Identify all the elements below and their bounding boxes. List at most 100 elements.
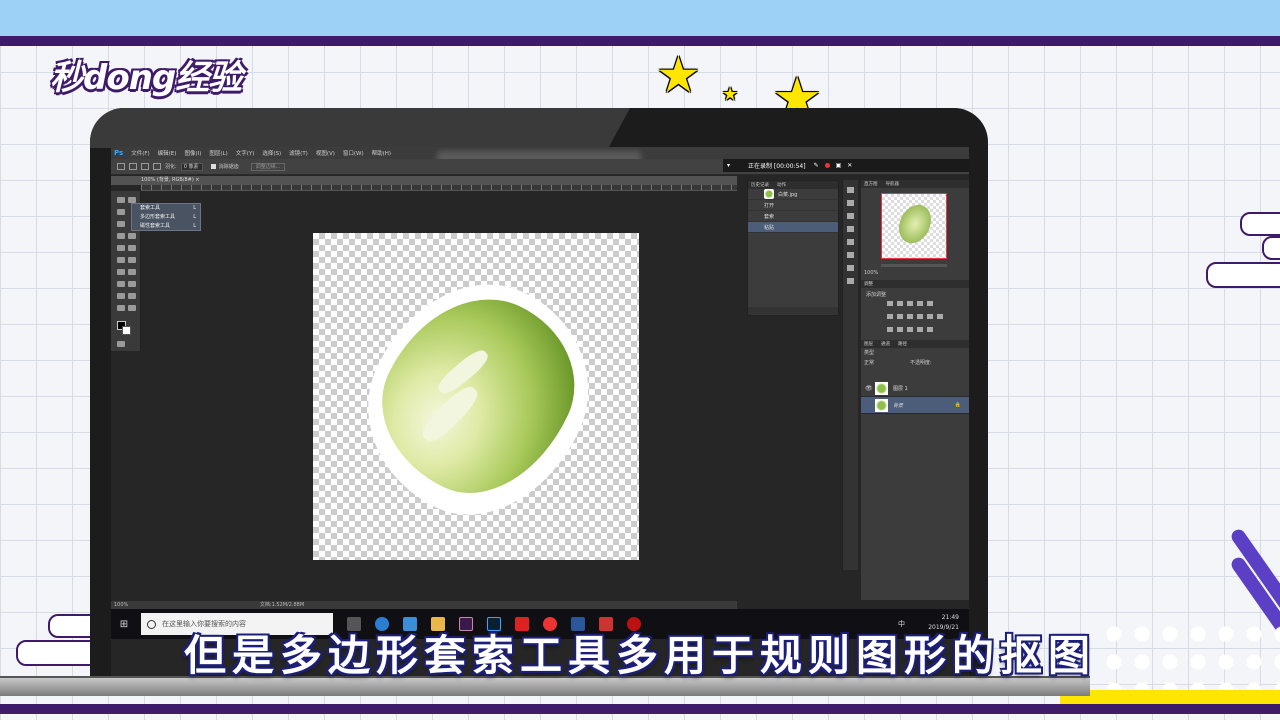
- info-panel-icon[interactable]: [847, 213, 854, 219]
- flyout-item-polygonal-lasso[interactable]: 多边形套索工具 L: [132, 213, 200, 222]
- character-panel-icon[interactable]: [847, 265, 854, 271]
- posterize-icon[interactable]: [897, 327, 903, 332]
- color-balance-icon[interactable]: [907, 314, 913, 319]
- eyedropper-tool-icon[interactable]: [117, 233, 125, 239]
- eraser-tool-icon[interactable]: [117, 257, 125, 263]
- layer-filter[interactable]: 类型: [861, 348, 969, 358]
- decor-bar: [1240, 212, 1280, 236]
- threshold-icon[interactable]: [907, 327, 913, 332]
- menu-window[interactable]: 窗口(W): [343, 149, 364, 157]
- history-item[interactable]: 粘贴: [748, 222, 838, 233]
- levels-icon[interactable]: [897, 301, 903, 306]
- menu-file[interactable]: 文件(F): [131, 149, 149, 157]
- quick-mask-icon[interactable]: [117, 341, 125, 347]
- shape-tool-icon[interactable]: [128, 293, 136, 299]
- recording-status: 正在录制 [00:00:54]: [748, 163, 806, 170]
- crop-tool-icon[interactable]: [117, 221, 125, 227]
- pen-icon[interactable]: ✎: [814, 162, 819, 169]
- paragraph-panel-icon[interactable]: [847, 278, 854, 284]
- document-canvas[interactable]: [313, 233, 639, 560]
- type-tool-icon[interactable]: [128, 281, 136, 287]
- photo-filter-icon[interactable]: [927, 314, 933, 319]
- new-selection-icon[interactable]: [129, 163, 137, 170]
- history-brush-tool-icon[interactable]: [128, 245, 136, 251]
- tab-actions[interactable]: 动作: [777, 182, 786, 188]
- watermark-logo: 秒dong经验: [50, 58, 242, 98]
- decor-bar: [1262, 236, 1280, 260]
- menu-edit[interactable]: 编辑(E): [158, 149, 177, 157]
- tab-navigator[interactable]: 导航器: [886, 181, 900, 187]
- record-icon[interactable]: [824, 163, 830, 168]
- history-panel-icon[interactable]: [847, 187, 854, 193]
- layer-thumbnail: [875, 381, 888, 395]
- stamp-tool-icon[interactable]: [117, 245, 125, 251]
- history-snapshot[interactable]: 白菜.jpg: [748, 189, 838, 200]
- tab-paths[interactable]: 路径: [898, 341, 907, 347]
- background-color-swatch[interactable]: [122, 326, 131, 335]
- history-item[interactable]: 打开: [748, 200, 838, 211]
- tab-adjustments[interactable]: 调整: [864, 281, 873, 287]
- blend-mode-select[interactable]: 正常: [864, 358, 910, 368]
- navigator-preview[interactable]: [881, 193, 947, 259]
- actions-panel-icon[interactable]: [847, 200, 854, 206]
- photoshop-window: Ps 文件(F) 编辑(E) 图像(I) 图层(L) 文字(Y) 选择(S) 滤…: [111, 147, 969, 677]
- camera-icon[interactable]: ▣: [836, 162, 842, 169]
- gradient-tool-icon[interactable]: [128, 257, 136, 263]
- path-select-tool-icon[interactable]: [117, 293, 125, 299]
- menu-select[interactable]: 选择(S): [262, 149, 281, 157]
- brush-panel-icon[interactable]: [847, 252, 854, 258]
- menu-filter[interactable]: 滤镜(T): [289, 149, 308, 157]
- hue-icon[interactable]: [897, 314, 903, 319]
- exposure-icon[interactable]: [917, 301, 923, 306]
- tab-histogram[interactable]: 直方图: [864, 181, 878, 187]
- layer-row[interactable]: 👁 图层 1: [861, 380, 969, 397]
- gradient-map-icon[interactable]: [927, 301, 933, 306]
- eye-icon[interactable]: 👁: [865, 385, 873, 392]
- brightness-icon[interactable]: [887, 301, 893, 306]
- subtract-selection-icon[interactable]: [153, 163, 161, 170]
- flyout-item-lasso[interactable]: 套索工具 L: [132, 204, 200, 213]
- menu-type[interactable]: 文字(Y): [236, 149, 255, 157]
- layer-name: 背景: [893, 402, 904, 409]
- menu-image[interactable]: 图像(I): [184, 149, 201, 157]
- history-item[interactable]: 套索: [748, 211, 838, 222]
- blur-tool-icon[interactable]: [117, 269, 125, 275]
- bw-icon[interactable]: [917, 314, 923, 319]
- hand-tool-icon[interactable]: [117, 305, 125, 311]
- curves-icon[interactable]: [907, 301, 913, 306]
- dodge-tool-icon[interactable]: [128, 269, 136, 275]
- swatches-panel-icon[interactable]: [847, 239, 854, 245]
- antialias-checkbox[interactable]: [210, 164, 216, 169]
- layer-row[interactable]: 背景 🔒: [861, 397, 969, 414]
- color-panel-icon[interactable]: [847, 226, 854, 232]
- mixer-icon[interactable]: [937, 314, 943, 319]
- lasso-preset-icon[interactable]: [117, 163, 125, 170]
- zoom-tool-icon[interactable]: [128, 305, 136, 311]
- document-tab[interactable]: 100% (背景, RGB/8#) ×: [111, 176, 737, 185]
- menu-help[interactable]: 帮助(H): [372, 149, 391, 157]
- laptop-frame: Ps 文件(F) 编辑(E) 图像(I) 图层(L) 文字(Y) 选择(S) 滤…: [90, 108, 988, 688]
- selective-color-icon[interactable]: [917, 327, 923, 332]
- tab-layers[interactable]: 图层: [864, 341, 873, 347]
- brush-tool-icon[interactable]: [128, 233, 136, 239]
- right-panel-dock: 直方图 导航器 100% 调整 添加调整 图层 通道 路径 类型 正常 不透明度…: [861, 180, 969, 600]
- tab-history[interactable]: 历史记录: [751, 182, 769, 188]
- refine-edge-button[interactable]: 调整边缘...: [250, 162, 286, 171]
- invert-icon[interactable]: [887, 327, 893, 332]
- flyout-item-magnetic-lasso[interactable]: 磁性套索工具 L: [132, 222, 200, 231]
- vibrance-icon[interactable]: [887, 314, 893, 319]
- adjustments-title: 添加调整: [866, 292, 887, 298]
- menu-view[interactable]: 视图(V): [316, 149, 335, 157]
- lasso-tool-icon[interactable]: [117, 209, 125, 215]
- menu-layer[interactable]: 图层(L): [209, 149, 227, 157]
- tab-channels[interactable]: 通道: [881, 341, 890, 347]
- feather-input[interactable]: 0 像素: [180, 162, 203, 171]
- close-icon[interactable]: ✕: [847, 162, 852, 169]
- snapshot-thumbnail: [764, 189, 774, 199]
- pen-tool-icon[interactable]: [117, 281, 125, 287]
- chevron-down-icon[interactable]: ▾: [727, 162, 730, 169]
- zoom-slider[interactable]: [881, 264, 947, 267]
- add-selection-icon[interactable]: [141, 163, 149, 170]
- lookup-icon[interactable]: [927, 327, 933, 332]
- marquee-tool-icon[interactable]: [117, 197, 125, 203]
